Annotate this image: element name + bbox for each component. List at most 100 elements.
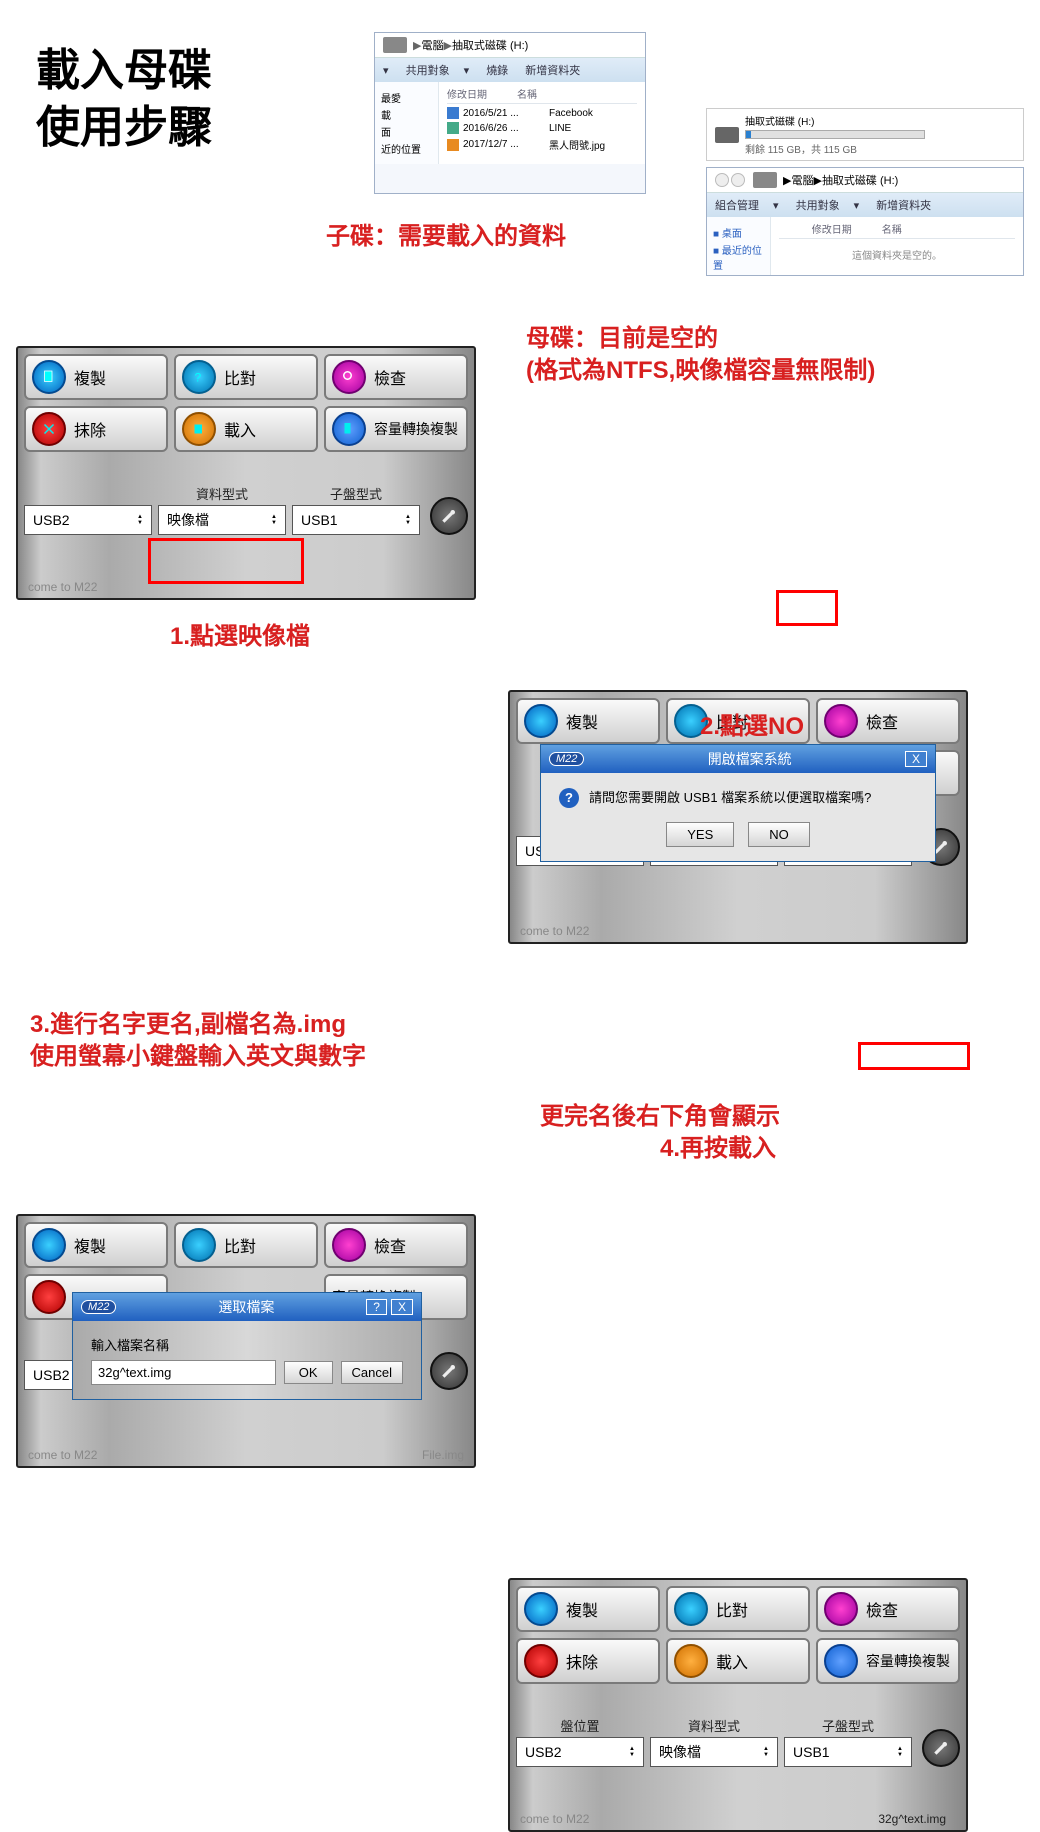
dialog-title: 選取檔案 (126, 1297, 366, 1317)
copy-icon (32, 360, 66, 394)
copy-icon (524, 1592, 558, 1626)
datatype-select[interactable]: 映像檔▲▼ (650, 1737, 778, 1767)
empty-folder-text: 這個資料夾是空的。 (779, 247, 1015, 262)
svg-text:?: ? (195, 371, 202, 385)
compare-button[interactable]: 比對 (174, 1222, 318, 1268)
disktype-select[interactable]: USB1▲▼ (292, 505, 420, 535)
step1-label: 1.點選映像檔 (170, 616, 310, 651)
compare-button[interactable]: ?比對 (174, 354, 318, 400)
check-icon (824, 704, 858, 738)
mother-label-2: (格式為NTFS,映像檔容量無限制) (526, 350, 875, 385)
step2-label: 2.點選NO (700, 706, 804, 741)
close-button[interactable]: X (391, 1299, 413, 1315)
check-button[interactable]: 檢查 (324, 1222, 468, 1268)
capacity-button[interactable]: 容量轉換複製 (324, 406, 468, 452)
step3a-label: 3.進行名字更名,副檔名為.img (30, 1004, 346, 1039)
drive-icon (753, 172, 777, 188)
drive-space: 剩餘 115 GB，共 115 GB (745, 141, 925, 156)
copy-button[interactable]: 複製 (516, 1586, 660, 1632)
step4b-label: 4.再按載入 (660, 1128, 776, 1163)
explorer-child: ▶ 電腦 ▶ 抽取式磁碟 (H:) ▾ 共用對象▾ 燒錄 新增資料夾 最愛 載 … (374, 32, 646, 194)
explorer-toolbar[interactable]: ▾ 共用對象▾ 燒錄 新增資料夾 (375, 58, 645, 82)
explorer-mother: 抽取式磁碟 (H:) 剩餘 115 GB，共 115 GB ▶ 電腦 ▶ 抽取式… (706, 108, 1024, 276)
watermark: come to M22 (28, 1448, 97, 1462)
file-row: 2016/5/21 ...Facebook (447, 107, 637, 119)
erase-icon (32, 412, 66, 446)
check-button[interactable]: 檢查 (816, 1586, 960, 1632)
copy-button[interactable]: 複製 (24, 354, 168, 400)
input-label: 輸入檔案名稱 (91, 1335, 403, 1354)
path-drive: 抽取式磁碟 (H:) (452, 37, 528, 53)
close-button[interactable]: X (905, 751, 927, 767)
copy-icon (32, 1228, 66, 1262)
settings-button[interactable] (922, 1729, 960, 1767)
highlight-step2 (776, 590, 838, 626)
open-dialog: M22 開啟檔案系統 X ?請問您需要開啟 USB1 檔案系統以便選取檔案嗎? … (540, 744, 936, 862)
check-icon (332, 1228, 366, 1262)
explorer-sidebar: 最愛 載 面 近的位置 (375, 82, 439, 164)
load-button[interactable]: 載入 (174, 406, 318, 452)
capacity-icon (332, 412, 366, 446)
dialog-badge: M22 (81, 1300, 116, 1314)
step4a-label: 更完名後右下角會顯示 (540, 1096, 780, 1131)
check-icon (332, 360, 366, 394)
child-disk-label: 子碟：需要載入的資料 (326, 216, 566, 251)
drive-icon (715, 127, 739, 143)
file-row: 2016/6/26 ...LINE (447, 122, 637, 134)
path-computer: 電腦 (421, 37, 443, 53)
compare-icon (674, 1592, 708, 1626)
step3b-label: 使用螢幕小鍵盤輸入英文與數字 (30, 1036, 366, 1071)
m22-panel-step3: 複製 比對 檢查 容量轉換複製 USB2▲▼ 映像檔▲▼ USB1▲▼ come… (16, 1214, 476, 1468)
watermark: come to M22 (520, 1812, 589, 1826)
erase-icon (524, 1644, 558, 1678)
erase-button[interactable]: 抹除 (24, 406, 168, 452)
watermark-file: File.img (422, 1448, 464, 1462)
question-icon: ? (559, 788, 579, 808)
page-title: 載入母碟 使用步驟 (36, 42, 212, 156)
file-row: 2017/12/7 ...黑人問號.jpg (447, 137, 637, 152)
datatype-label: 資料型式 (650, 1716, 778, 1735)
no-button[interactable]: NO (748, 822, 810, 847)
datatype-select[interactable]: 映像檔▲▼ (158, 505, 286, 535)
dialog-title: 開啟檔案系統 (594, 749, 905, 769)
watermark: come to M22 (28, 580, 97, 594)
datatype-label: 資料型式 (158, 484, 286, 503)
settings-button[interactable] (430, 497, 468, 535)
cancel-button[interactable]: Cancel (341, 1361, 403, 1384)
yes-button[interactable]: YES (666, 822, 734, 847)
check-button[interactable]: 檢查 (816, 698, 960, 744)
load-button[interactable]: 載入 (666, 1638, 810, 1684)
help-button[interactable]: ? (366, 1299, 387, 1315)
check-button[interactable]: 檢查 (324, 354, 468, 400)
watermark: come to M22 (520, 924, 589, 938)
drive-icon (383, 37, 407, 53)
highlight-step1 (148, 538, 304, 584)
disktype-label: 子盤型式 (292, 484, 420, 503)
capacity-icon (824, 1644, 858, 1678)
drive-label: 抽取式磁碟 (H:) (745, 113, 925, 128)
ok-button[interactable]: OK (284, 1361, 333, 1384)
position-select[interactable]: USB2▲▼ (516, 1737, 644, 1767)
compare-icon (182, 1228, 216, 1262)
copy-icon (524, 704, 558, 738)
position-label: 盤位置 (516, 1716, 644, 1735)
select-dialog: M22 選取檔案 ? X 輸入檔案名稱 32g^text.img OK Canc… (72, 1292, 422, 1400)
compare-button[interactable]: 比對 (666, 1586, 810, 1632)
m22-panel-step4: 複製 比對 檢查 抹除 載入 容量轉換複製 盤位置 USB2▲▼ 資料型式 映像… (508, 1578, 968, 1832)
filename-input[interactable]: 32g^text.img (91, 1360, 276, 1385)
highlight-step4 (858, 1042, 970, 1070)
erase-icon (32, 1280, 66, 1314)
load-icon (182, 412, 216, 446)
dialog-badge: M22 (549, 752, 584, 766)
settings-button[interactable] (430, 1352, 468, 1390)
copy-button[interactable]: 複製 (24, 1222, 168, 1268)
copy-button[interactable]: 複製 (516, 698, 660, 744)
compare-icon: ? (182, 360, 216, 394)
erase-button[interactable]: 抹除 (516, 1638, 660, 1684)
check-icon (824, 1592, 858, 1626)
disktype-select[interactable]: USB1▲▼ (784, 1737, 912, 1767)
position-select[interactable]: USB2▲▼ (24, 505, 152, 535)
result-filename: 32g^text.img (878, 1812, 946, 1826)
capacity-button[interactable]: 容量轉換複製 (816, 1638, 960, 1684)
disktype-label: 子盤型式 (784, 1716, 912, 1735)
